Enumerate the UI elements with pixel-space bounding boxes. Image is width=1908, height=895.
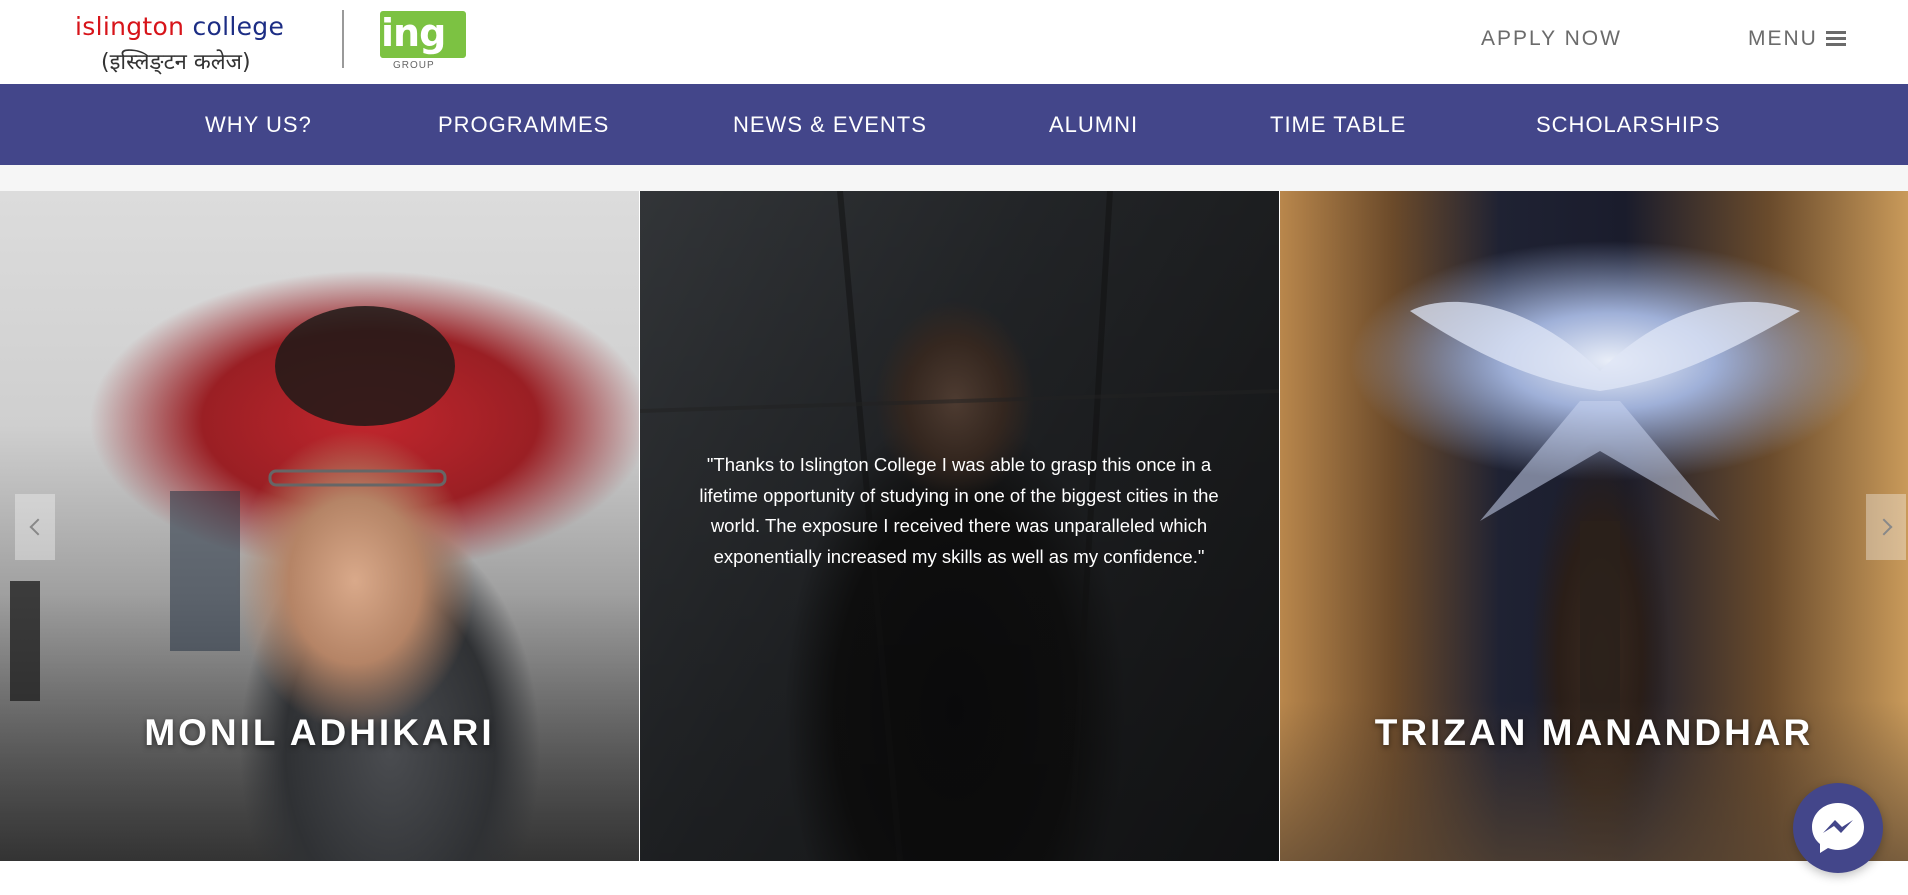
section-spacer bbox=[0, 165, 1908, 191]
nav-item-scholarships[interactable]: SCHOLARSHIPS bbox=[1536, 112, 1720, 138]
menu-button[interactable]: MENU bbox=[1748, 27, 1846, 51]
nav-item-programmes[interactable]: PROGRAMMES bbox=[438, 112, 609, 138]
logo-nepali-text: (इस्लिङ्टन कलेज) bbox=[101, 50, 251, 75]
ing-logo-box: ing bbox=[380, 11, 466, 58]
nav-item-time-table[interactable]: TIME TABLE bbox=[1270, 112, 1406, 138]
ing-logo-text: ing bbox=[381, 11, 446, 55]
messenger-icon bbox=[1812, 803, 1864, 853]
logo-wordmark: islington college bbox=[75, 12, 284, 41]
alumni-photo-trizan bbox=[1410, 301, 1800, 721]
nav-item-alumni[interactable]: ALUMNI bbox=[1049, 112, 1138, 138]
logo-divider bbox=[342, 10, 344, 68]
alumni-card-trizan[interactable]: TRIZAN MANANDHAR bbox=[1280, 191, 1908, 861]
alumni-quote-card: "Thanks to Islington College I was able … bbox=[640, 191, 1279, 861]
alumni-testimonial-quote: "Thanks to Islington College I was able … bbox=[699, 454, 1219, 567]
nav-item-why-us[interactable]: WHY US? bbox=[205, 112, 312, 138]
chevron-left-icon bbox=[29, 518, 46, 536]
nav-item-news-events[interactable]: NEWS & EVENTS bbox=[733, 112, 927, 138]
alumni-name: TRIZAN MANANDHAR bbox=[1374, 712, 1814, 753]
logo-word-college: college bbox=[192, 12, 285, 41]
carousel-next-button[interactable] bbox=[1866, 494, 1906, 560]
apply-now-link[interactable]: APPLY NOW bbox=[1481, 27, 1622, 51]
alumni-carousel: MONIL ADHIKARI "Thanks to Islington Coll… bbox=[0, 191, 1908, 861]
logo-word-islington: slington bbox=[82, 12, 185, 41]
alumni-card-monil[interactable]: MONIL ADHIKARI bbox=[0, 191, 639, 861]
carousel-prev-button[interactable] bbox=[15, 494, 55, 560]
hamburger-icon bbox=[1825, 31, 1846, 47]
menu-label: MENU bbox=[1748, 27, 1818, 50]
ing-group-logo[interactable]: ing GROUP bbox=[380, 11, 466, 73]
alumni-name: MONIL ADHIKARI bbox=[144, 712, 495, 753]
ing-group-label: GROUP bbox=[393, 60, 435, 71]
site-header: islington college (इस्लिङ्टन कलेज) ing G… bbox=[0, 0, 1908, 84]
messenger-chat-button[interactable] bbox=[1793, 783, 1883, 873]
islington-college-logo[interactable]: islington college (इस्लिङ्टन कलेज) bbox=[75, 6, 315, 75]
chevron-right-icon bbox=[1875, 518, 1892, 536]
alumni-photo-monil bbox=[10, 306, 455, 701]
main-navigation: WHY US? PROGRAMMES NEWS & EVENTS ALUMNI … bbox=[0, 84, 1908, 165]
